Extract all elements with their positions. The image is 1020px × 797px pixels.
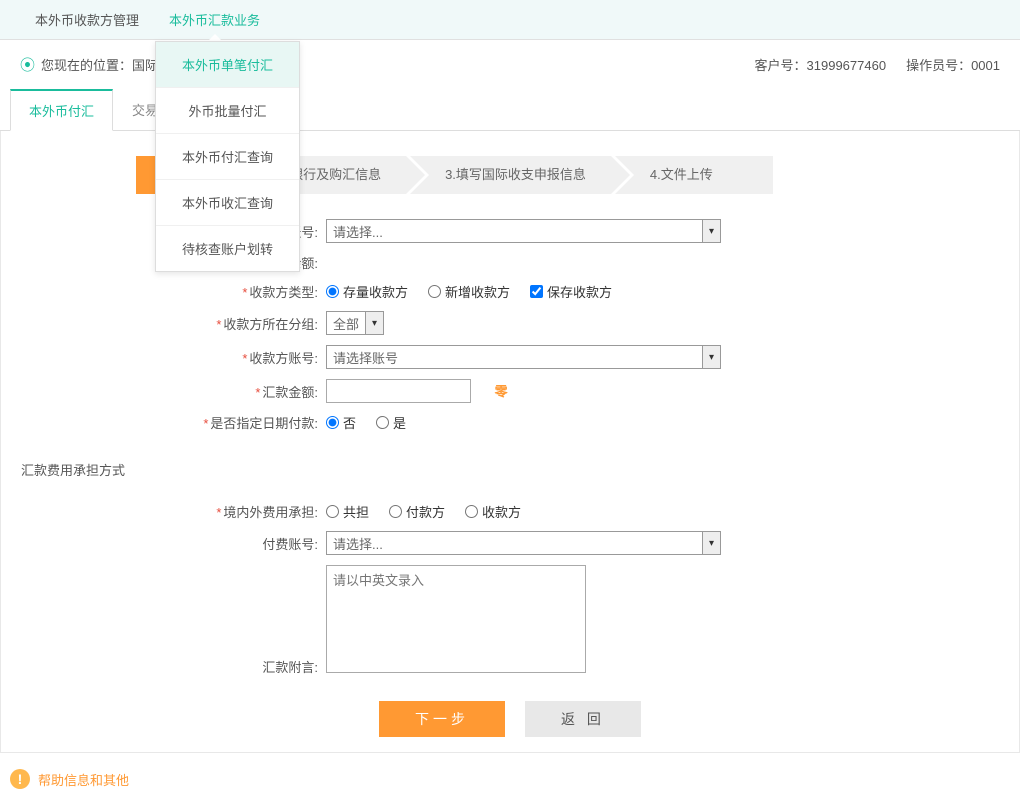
tabs: 本外币付汇 交易 [0, 89, 1020, 131]
menu-pending-transfer[interactable]: 待核查账户划转 [156, 226, 299, 271]
payee-account-label: *收款方账号: [11, 348, 326, 367]
operator-info: 操作员号：0001 [906, 55, 1000, 74]
chevron-down-icon: ▾ [365, 312, 383, 334]
fee-account-label: 付费账号: [11, 534, 326, 553]
location-bar: ⦿ 您现在的位置：国际 > 本外币单笔付汇 客户号：31999677460 操作… [0, 40, 1020, 89]
menu-remit-query[interactable]: 本外币付汇查询 [156, 134, 299, 180]
dropdown-menu: 本外币单笔付汇 外币批量付汇 本外币付汇查询 本外币收汇查询 待核查账户划转 [155, 41, 300, 272]
payee-type-existing[interactable]: 存量收款方 [326, 282, 408, 301]
fee-type-label: *境内外费用承担: [11, 502, 326, 521]
payee-type-label: *收款方类型: [11, 282, 326, 301]
fee-payee[interactable]: 收款方 [465, 502, 521, 521]
tab-remit[interactable]: 本外币付汇 [10, 89, 113, 131]
back-button[interactable]: 返 回 [525, 701, 641, 737]
remark-textarea[interactable] [326, 565, 586, 673]
remit-account-select[interactable]: 请选择... ▾ [326, 219, 721, 243]
nav-remit-biz[interactable]: 本外币汇款业务 [154, 0, 275, 39]
payee-account-select[interactable]: 请选择账号 ▾ [326, 345, 721, 369]
fee-account-select[interactable]: 请选择... ▾ [326, 531, 721, 555]
fee-section-title: 汇款费用承担方式 [11, 452, 1009, 487]
remark-label: 汇款附言: [11, 657, 326, 676]
customer-info: 客户号：31999677460 [755, 55, 887, 74]
amount-label: *汇款金额: [11, 382, 326, 401]
date-no[interactable]: 否 [326, 413, 356, 432]
amount-cn-text: 零 [495, 384, 508, 399]
menu-single-remit[interactable]: 本外币单笔付汇 [156, 42, 299, 88]
fee-payer[interactable]: 付款方 [389, 502, 445, 521]
location-icon: ⦿ [20, 54, 35, 75]
payee-type-new[interactable]: 新增收款方 [428, 282, 510, 301]
menu-receive-query[interactable]: 本外币收汇查询 [156, 180, 299, 226]
fee-share[interactable]: 共担 [326, 502, 369, 521]
payee-type-save[interactable]: 保存收款方 [530, 282, 612, 301]
breadcrumb-prefix: 您现在的位置：国际 [41, 55, 158, 74]
step-3: 3.填写国际收支申报信息 [410, 156, 611, 194]
date-yes[interactable]: 是 [376, 413, 406, 432]
chevron-down-icon: ▾ [702, 220, 720, 242]
content: 1 2.填写收款银行及购汇信息 3.填写国际收支申报信息 4.文件上传 *汇款账… [0, 131, 1020, 753]
nav-payee-mgmt[interactable]: 本外币收款方管理 [20, 0, 154, 39]
step-4: 4.文件上传 [615, 156, 773, 194]
help-bar: ! 帮助信息和其他 [0, 761, 1020, 797]
date-label: *是否指定日期付款: [11, 413, 326, 432]
warning-icon: ! [10, 769, 30, 789]
payee-group-label: *收款方所在分组: [11, 314, 326, 333]
next-button[interactable]: 下一步 [379, 701, 505, 737]
payee-group-select[interactable]: 全部 ▾ [326, 311, 384, 335]
chevron-down-icon: ▾ [702, 532, 720, 554]
amount-input[interactable] [326, 379, 471, 403]
chevron-down-icon: ▾ [702, 346, 720, 368]
help-text: 帮助信息和其他 [38, 770, 129, 789]
top-nav: 本外币收款方管理 本外币汇款业务 本外币单笔付汇 外币批量付汇 本外币付汇查询 … [0, 0, 1020, 40]
menu-batch-remit[interactable]: 外币批量付汇 [156, 88, 299, 134]
